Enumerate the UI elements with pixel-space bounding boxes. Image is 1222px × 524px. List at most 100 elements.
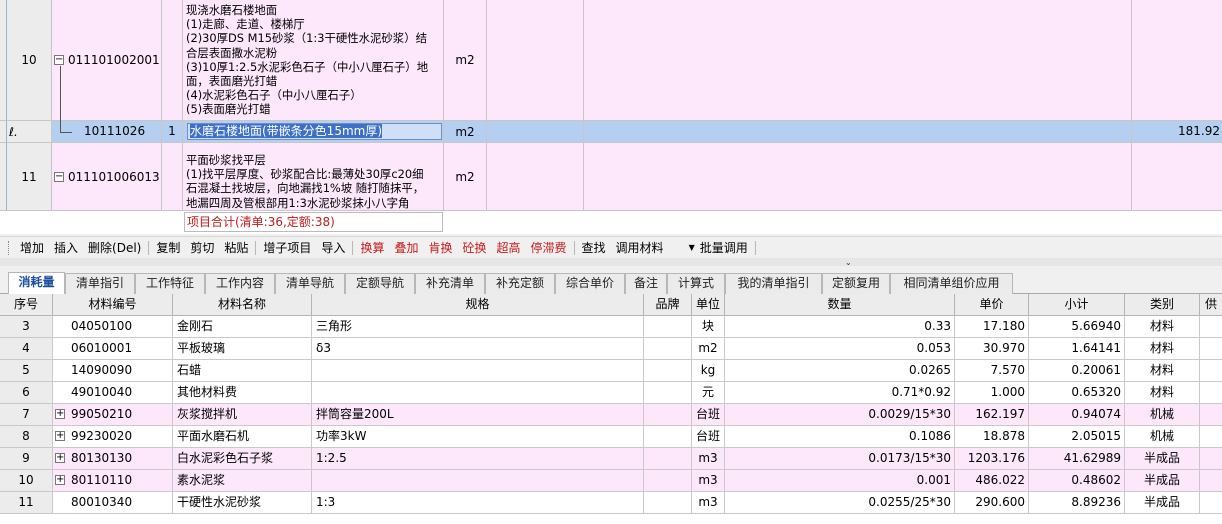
idle-fee-button[interactable]: 停滞费: [526, 239, 572, 256]
col-header[interactable]: 供: [1200, 294, 1222, 316]
material-code: 99230020: [71, 429, 133, 443]
brand-cell: [644, 448, 692, 470]
collapse-icon[interactable]: −: [54, 171, 64, 182]
col-header[interactable]: 规格: [312, 294, 644, 316]
tab-supplement-quota[interactable]: 补充定额: [485, 273, 555, 294]
quota-row-selected[interactable]: ℓ. 10111026 1 m2 181.92 水磨石楼地面(带嵌条分色15mm…: [0, 121, 1222, 143]
tab-unit-price[interactable]: 综合单价: [555, 273, 625, 294]
bill-items-grid[interactable]: 10 − 011101002001 现浇水磨石楼地面 (1)走廊、走道、楼梯厅 …: [0, 0, 1222, 234]
quantity-cell[interactable]: 0.0265: [725, 360, 955, 382]
cut-button[interactable]: 剪切: [185, 239, 219, 256]
add-button[interactable]: 增加: [15, 239, 49, 256]
concrete-replace-button[interactable]: 砼换: [457, 239, 491, 256]
col-header[interactable]: 序号: [0, 294, 53, 316]
delete-button[interactable]: 删除(Del): [83, 239, 146, 256]
add-subitem-button[interactable]: 增子项目: [258, 239, 316, 256]
tab-work-features[interactable]: 工作特征: [135, 273, 205, 294]
table-row[interactable]: 3 04050100 金刚石 三角形 块 0.33 17.180 5.66940 材料: [0, 316, 1222, 338]
copy-button[interactable]: 复制: [151, 239, 185, 256]
over-height-button[interactable]: 超高: [492, 239, 526, 256]
quantity-cell[interactable]: 0.0173/15*30: [725, 448, 955, 470]
material-code: 80110110: [71, 473, 133, 487]
col-header[interactable]: 数量: [725, 294, 955, 316]
tab-supplement-bill[interactable]: 补充清单: [415, 273, 485, 294]
paste-button[interactable]: 粘贴: [219, 239, 253, 256]
brand-cell: [644, 470, 692, 492]
table-row[interactable]: 10 +80110110 素水泥浆 m3 0.001 486.022 0.48602 半成品: [0, 470, 1222, 492]
category-cell: 半成品: [1125, 448, 1200, 470]
tab-same-bill-pricing[interactable]: 相同清单组价应用: [890, 273, 1013, 294]
supply-cell: [1200, 316, 1222, 338]
spec-cell: [312, 360, 644, 382]
table-row[interactable]: 5 14090090 石蜡 kg 0.0265 7.570 0.20061 材料: [0, 360, 1222, 382]
unit-cell: kg: [692, 360, 725, 382]
col-header[interactable]: 品牌: [644, 294, 692, 316]
tab-bill-guide[interactable]: 清单指引: [65, 273, 135, 294]
find-button[interactable]: 查找: [577, 239, 611, 256]
quantity-cell[interactable]: 0.33: [725, 316, 955, 338]
subtotal-cell: 0.65320: [1029, 382, 1125, 404]
tab-quota-nav[interactable]: 定额导航: [345, 273, 415, 294]
quantity-cell[interactable]: 0.001: [725, 470, 955, 492]
tab-notes[interactable]: 备注: [625, 273, 667, 294]
col-header[interactable]: 材料名称: [173, 294, 312, 316]
expand-icon[interactable]: +: [55, 453, 65, 463]
tab-bill-nav[interactable]: 清单导航: [275, 273, 345, 294]
col-header[interactable]: 材料编号: [53, 294, 173, 316]
quantity-cell[interactable]: 0.71*0.92: [725, 382, 955, 404]
bill-item-row[interactable]: 10 − 011101002001 现浇水磨石楼地面 (1)走廊、走道、楼梯厅 …: [0, 0, 1222, 121]
item-code: 011101006013: [68, 169, 160, 184]
insert-button[interactable]: 插入: [49, 239, 83, 256]
table-row[interactable]: 6 49010040 其他材料费 元 0.71*0.92 1.000 0.65320 材料: [0, 382, 1222, 404]
table-row[interactable]: 7 +99050210 灰浆搅拌机 拌筒容量200L 台班 0.0029/15*30 162…: [0, 404, 1222, 426]
item-description[interactable]: 现浇水磨石楼地面 (1)走廊、走道、楼梯厅 (2)30厚DS M15砂浆（1:3…: [183, 0, 444, 121]
overlay-button[interactable]: 叠加: [389, 239, 423, 256]
seq-cell: 9: [0, 448, 53, 470]
quantity-cell[interactable]: 0.0255/25*30: [725, 492, 955, 514]
table-row[interactable]: 11 80010340 干硬性水泥砂浆 1:3 m3 0.0255/25*30 290.60…: [0, 492, 1222, 514]
col-header[interactable]: 类别: [1125, 294, 1200, 316]
quota-name-editor[interactable]: 水磨石楼地面(带嵌条分色15mm厚): [187, 123, 442, 140]
material-name-cell: 其他材料费: [173, 382, 312, 404]
expand-icon[interactable]: +: [55, 475, 65, 485]
expand-icon[interactable]: +: [55, 409, 65, 419]
expand-icon[interactable]: +: [55, 431, 65, 441]
seq-cell: 10: [0, 470, 53, 492]
consumption-table[interactable]: 序号 材料编号 材料名称 规格 品牌 单位 数量 单价 小计 类别 供 3 040…: [0, 294, 1222, 524]
quantity-cell[interactable]: 0.053: [725, 338, 955, 360]
tab-work-content[interactable]: 工作内容: [205, 273, 275, 294]
call-material-button[interactable]: 调用材料: [611, 239, 669, 256]
table-row[interactable]: 4 06010001 平板玻璃 δ3 m2 0.053 30.970 1.64141 材料: [0, 338, 1222, 360]
convert-button[interactable]: 换算: [355, 239, 389, 256]
tab-my-bill-guide[interactable]: 我的清单指引: [725, 273, 822, 294]
row-number: 11: [7, 143, 52, 211]
tab-quota-reuse[interactable]: 定额复用: [822, 273, 890, 294]
replace-button[interactable]: 肯换: [423, 239, 457, 256]
batch-call-button[interactable]: 批量调用: [695, 239, 753, 256]
col-header[interactable]: 单位: [692, 294, 725, 316]
brand-cell: [644, 316, 692, 338]
bill-item-row[interactable]: 11 − 011101006013 平面砂浆找平层 (1)找平层厚度、砂浆配合比…: [0, 143, 1222, 211]
table-row[interactable]: 8 +99230020 平面水磨石机 功率3kW 台班 0.1086 18.878 2.050…: [0, 426, 1222, 448]
collapse-icon[interactable]: −: [54, 55, 64, 65]
tab-formula[interactable]: 计算式: [667, 273, 725, 294]
col-header[interactable]: 单价: [955, 294, 1029, 316]
material-code-cell: 80010340: [53, 492, 173, 514]
item-unit: m2: [444, 143, 487, 211]
item-description[interactable]: 平面砂浆找平层 (1)找平层厚度、砂浆配合比:最薄处30厚c20细 石混凝土找坡…: [183, 143, 444, 211]
tab-consumption[interactable]: 消耗量: [8, 272, 65, 295]
unit-cell: 台班: [692, 404, 725, 426]
pane-splitter[interactable]: ⌄: [0, 258, 1222, 267]
supply-cell: [1200, 448, 1222, 470]
chevron-down-icon[interactable]: ⌄: [845, 258, 852, 267]
category-cell: 材料: [1125, 338, 1200, 360]
toolbar-grip[interactable]: [8, 240, 11, 255]
import-button[interactable]: 导入: [316, 239, 350, 256]
table-row[interactable]: 9 +80130130 白水泥彩色石子浆 1:2.5 m3 0.0173/15*30 120…: [0, 448, 1222, 470]
edit-pencil-icon: ℓ.: [9, 124, 18, 139]
quantity-cell[interactable]: 0.0029/15*30: [725, 404, 955, 426]
material-code: 04050100: [71, 319, 133, 333]
col-header[interactable]: 小计: [1029, 294, 1125, 316]
quantity-cell[interactable]: 0.1086: [725, 426, 955, 448]
material-name-cell: 金刚石: [173, 316, 312, 338]
